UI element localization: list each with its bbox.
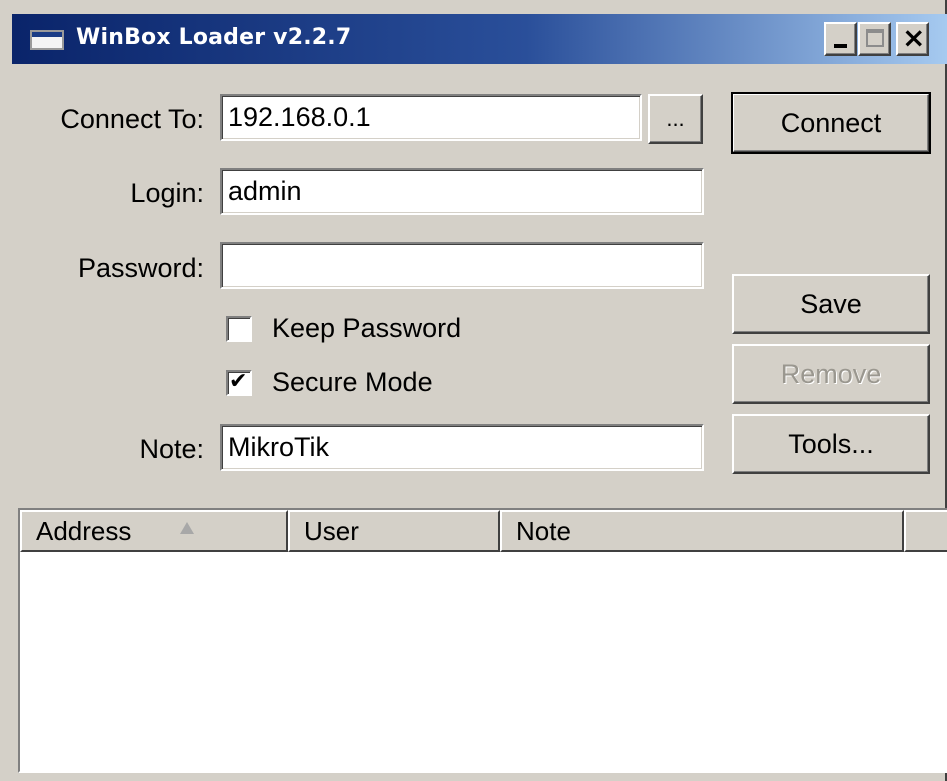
secure-mode-label[interactable]: Secure Mode	[272, 367, 433, 398]
column-header-user-label: User	[304, 516, 359, 546]
column-header-note-label: Note	[516, 516, 571, 546]
keep-password-checkbox[interactable]	[226, 316, 252, 342]
login-field[interactable]: admin	[220, 168, 704, 215]
connect-to-label: Connect To:	[60, 104, 204, 134]
checkmark-icon: ✔	[229, 369, 248, 394]
note-field[interactable]: MikroTik	[220, 424, 704, 471]
note-label: Note:	[139, 434, 204, 464]
browse-button-label: ...	[666, 106, 685, 131]
window-icon	[30, 30, 64, 50]
maximize-button[interactable]	[858, 22, 891, 56]
save-button-label: Save	[800, 289, 862, 319]
minimize-button[interactable]	[824, 22, 857, 56]
password-field[interactable]	[220, 242, 704, 289]
column-header-address-label: Address	[36, 516, 132, 546]
column-header-note[interactable]: Note	[500, 510, 904, 552]
column-header-user[interactable]: User	[288, 510, 500, 552]
close-icon: ×	[902, 21, 926, 54]
close-button[interactable]: ×	[896, 21, 929, 56]
connect-button-label: Connect	[780, 108, 882, 138]
remove-button[interactable]: Remove	[732, 344, 930, 404]
minimize-icon	[834, 44, 847, 48]
keep-password-label[interactable]: Keep Password	[272, 313, 461, 344]
title-bar[interactable]: WinBox Loader v2.2.7 ×	[12, 14, 947, 64]
password-label: Password:	[77, 253, 204, 283]
secure-mode-checkbox[interactable]: ✔	[226, 369, 252, 396]
save-button[interactable]: Save	[732, 274, 930, 334]
login-label: Login:	[130, 178, 204, 208]
maximize-icon	[866, 29, 884, 47]
column-header-filler	[904, 510, 947, 552]
winbox-loader-window: WinBox Loader v2.2.7 × Connect To: 192.1…	[0, 0, 947, 781]
tools-button-label: Tools...	[788, 429, 874, 459]
column-header-address[interactable]: Address	[20, 510, 288, 552]
sort-ascending-icon	[180, 522, 194, 534]
browse-addresses-button[interactable]: ...	[648, 94, 703, 144]
connect-to-field[interactable]: 192.168.0.1	[220, 94, 642, 141]
connect-button[interactable]: Connect	[731, 92, 931, 154]
window-title: WinBox Loader v2.2.7	[76, 25, 352, 50]
tools-button[interactable]: Tools...	[732, 414, 930, 474]
remove-button-label: Remove	[780, 359, 882, 389]
saved-sessions-list[interactable]: Address User Note	[18, 508, 947, 773]
